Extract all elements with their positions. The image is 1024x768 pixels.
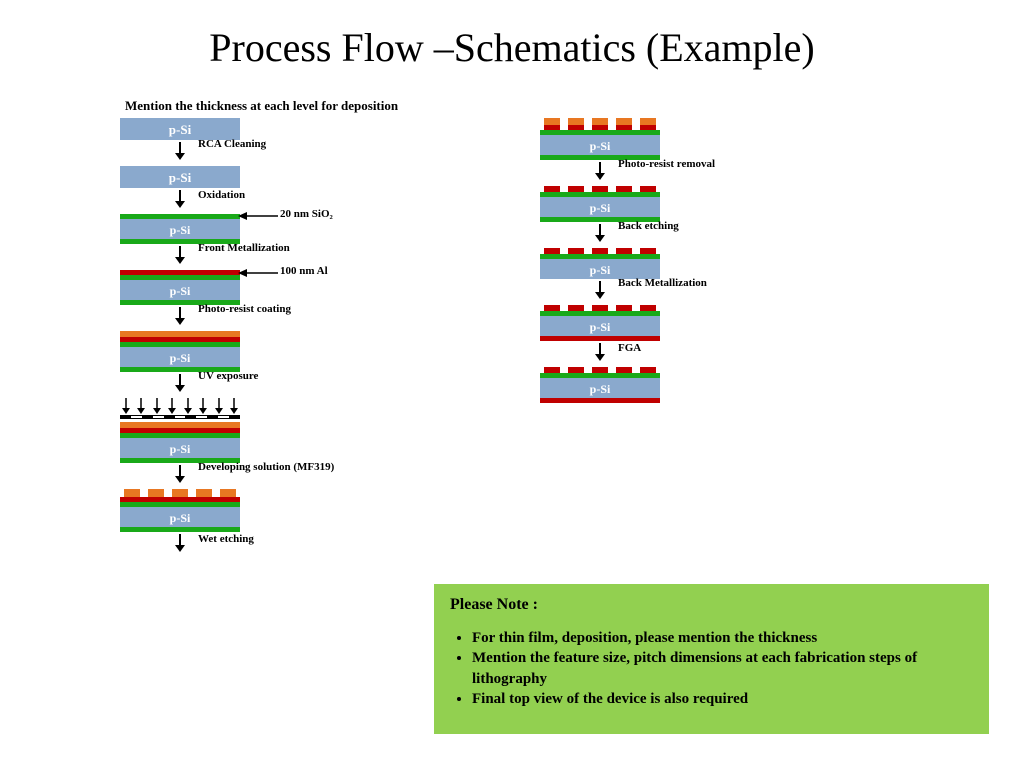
step-developed: p-Si (120, 489, 240, 532)
psi-layer: p-Si (540, 316, 660, 336)
arrow-icon: UV exposure (174, 372, 186, 398)
uv-arrows-icon (120, 398, 240, 414)
note-box: Please Note : For thin film, deposition,… (434, 584, 989, 734)
step-label: Photo-resist coating (198, 303, 291, 315)
step-wet-etched: p-Si (540, 118, 660, 160)
step-front-metal: p-Si 100 nm Al (120, 270, 240, 305)
step-back-metal: p-Si (540, 305, 660, 341)
step-label: Wet etching (198, 533, 254, 545)
right-column: p-Si Photo-resist removal p-Si Back etch… (540, 118, 660, 558)
step-label: Front Metallization (198, 242, 290, 254)
psi-layer: p-Si (120, 166, 240, 188)
diagram-columns: p-Si RCA Cleaning p-Si Oxidation p-Si 20… (120, 118, 660, 558)
patterned-pr-metal (540, 118, 660, 130)
psi-layer: p-Si (120, 280, 240, 300)
step-label: Back etching (618, 220, 679, 232)
psi-layer: p-Si (540, 259, 660, 279)
arrow-icon: Back etching (594, 222, 606, 248)
psi-layer: p-Si (540, 135, 660, 155)
note-title: Please Note : (450, 596, 973, 614)
arrow-icon: RCA Cleaning (174, 140, 186, 166)
annotation-sio2: 20 nm SiO₂ (280, 208, 333, 220)
step-bare-psi: p-Si (120, 118, 240, 140)
pointer-icon (238, 268, 278, 278)
step-pr-removed: p-Si (540, 186, 660, 222)
pointer-icon (238, 211, 278, 221)
note-item: Final top view of the device is also req… (472, 689, 973, 709)
psi-layer: p-Si (120, 347, 240, 367)
patterned-metal (540, 186, 660, 192)
psi-layer: p-Si (120, 219, 240, 239)
step-label: RCA Cleaning (198, 138, 266, 150)
arrow-icon: Wet etching (174, 532, 186, 558)
note-item: For thin film, deposition, please mentio… (472, 628, 973, 648)
step-back-etched: p-Si (540, 248, 660, 279)
patterned-pr (120, 489, 240, 497)
step-uv-exposure: p-Si (120, 398, 240, 463)
psi-layer: p-Si (540, 197, 660, 217)
step-label: Developing solution (MF319) (198, 461, 334, 473)
mask-layer (120, 415, 240, 419)
left-column: p-Si RCA Cleaning p-Si Oxidation p-Si 20… (120, 118, 240, 558)
step-label: FGA (618, 342, 641, 354)
step-oxide: p-Si 20 nm SiO₂ (120, 214, 240, 244)
step-pr-coat: p-Si (120, 331, 240, 372)
arrow-icon: Photo-resist removal (594, 160, 606, 186)
patterned-metal (540, 305, 660, 311)
arrow-icon: Back Metallization (594, 279, 606, 305)
step-label: Photo-resist removal (618, 158, 715, 170)
step-label: Back Metallization (618, 277, 707, 289)
page-title: Process Flow –Schematics (Example) (0, 0, 1024, 71)
step-psi-2: p-Si (120, 166, 240, 188)
patterned-metal (540, 367, 660, 373)
psi-layer: p-Si (120, 438, 240, 458)
arrow-icon: Front Metallization (174, 244, 186, 270)
step-label: UV exposure (198, 370, 258, 382)
psi-layer: p-Si (120, 118, 240, 140)
arrow-icon: Photo-resist coating (174, 305, 186, 331)
subtitle: Mention the thickness at each level for … (125, 98, 398, 114)
annotation-al: 100 nm Al (280, 265, 328, 277)
psi-layer: p-Si (540, 378, 660, 398)
step-label: Oxidation (198, 189, 245, 201)
note-item: Mention the feature size, pitch dimensio… (472, 648, 973, 689)
note-list: For thin film, deposition, please mentio… (450, 628, 973, 709)
arrow-icon: Developing solution (MF319) (174, 463, 186, 489)
arrow-icon: Oxidation (174, 188, 186, 214)
arrow-icon: FGA (594, 341, 606, 367)
psi-layer: p-Si (120, 507, 240, 527)
step-final: p-Si (540, 367, 660, 403)
patterned-metal (540, 248, 660, 254)
